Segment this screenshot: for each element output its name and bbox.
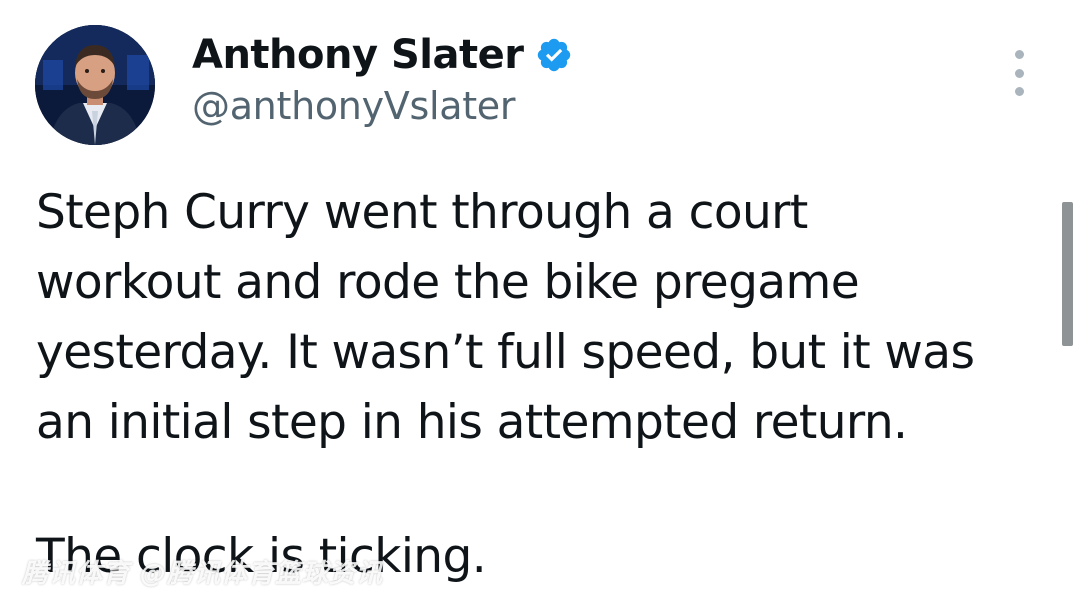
more-options-icon[interactable]	[1004, 50, 1034, 96]
menu-dot	[1014, 68, 1024, 78]
author-display-name[interactable]: Anthony Slater	[192, 32, 524, 78]
tweet-line: an initial step in his attempted return.	[36, 395, 908, 450]
tweet-line: workout and rode the bike pregame	[36, 255, 860, 310]
tweet-text: Steph Curry went through a court workout…	[36, 178, 1066, 458]
tweet-line: yesterday. It wasn’t full speed, but it …	[36, 325, 975, 380]
author-name-row: Anthony Slater	[192, 30, 573, 80]
author-handle[interactable]: @anthonyVslater	[192, 84, 516, 128]
watermark: 腾讯体育 @腾讯体育篮球资讯	[22, 559, 384, 589]
tweet-line: Steph Curry went through a court	[36, 185, 808, 240]
menu-dot	[1014, 87, 1024, 96]
avatar-photo	[35, 25, 155, 145]
author-avatar[interactable]	[35, 25, 155, 145]
verified-badge-icon	[535, 36, 573, 74]
scrollbar-thumb[interactable]	[1062, 202, 1073, 346]
menu-dot	[1014, 50, 1024, 59]
